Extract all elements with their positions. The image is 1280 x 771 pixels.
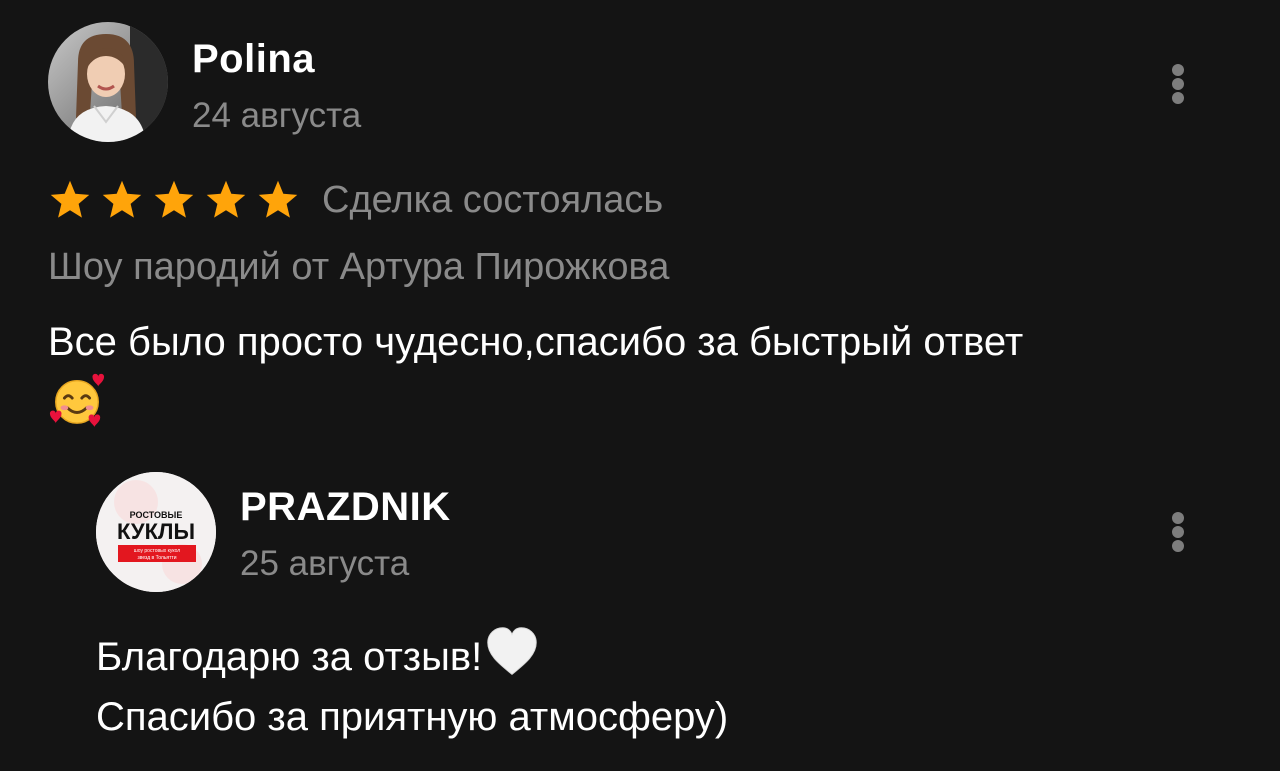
star-icon — [50, 180, 90, 218]
logo-line3: шоу ростовых кукол — [134, 548, 180, 554]
star-icon — [102, 180, 142, 218]
reply-menu-button[interactable] — [1166, 502, 1190, 562]
review-menu-button[interactable] — [1166, 54, 1190, 114]
star-icon — [258, 180, 298, 218]
reply-text: Благодарю за отзыв! Спасибо за приятную … — [96, 624, 1196, 747]
white-heart-icon — [487, 627, 537, 676]
reviewer-avatar[interactable] — [48, 22, 168, 142]
star-rating — [48, 178, 308, 222]
reply-date: 25 августа — [240, 544, 410, 583]
reply-text-line1: Благодарю за отзыв! — [96, 635, 483, 679]
business-name[interactable]: PRAZDNIK — [240, 484, 451, 530]
review-text: Все было просто чудесно,спасибо за быстр… — [48, 314, 1228, 429]
business-avatar[interactable]: РОСТОВЫЕ КУКЛЫ шоу ростовых кукол звезд … — [96, 472, 216, 592]
deal-status: Сделка состоялась — [322, 178, 664, 221]
review-date: 24 августа — [192, 96, 362, 135]
star-icon — [206, 180, 246, 218]
rating-row: Сделка состоялась — [48, 174, 663, 226]
service-name[interactable]: Шоу пародий от Артура Пирожкова — [48, 241, 669, 293]
smiling-face-with-hearts-icon — [49, 374, 105, 428]
reviewer-name[interactable]: Polina — [192, 36, 315, 82]
reply-text-line2: Спасибо за приятную атмосферу) — [96, 695, 729, 739]
logo-line4: звезд в Тольятти — [137, 555, 176, 561]
logo-line2: КУКЛЫ — [117, 519, 195, 544]
review-text-content: Все было просто чудесно,спасибо за быстр… — [48, 320, 1024, 364]
star-icon — [154, 180, 194, 218]
reply-line-1: Благодарю за отзыв! — [96, 624, 1196, 687]
